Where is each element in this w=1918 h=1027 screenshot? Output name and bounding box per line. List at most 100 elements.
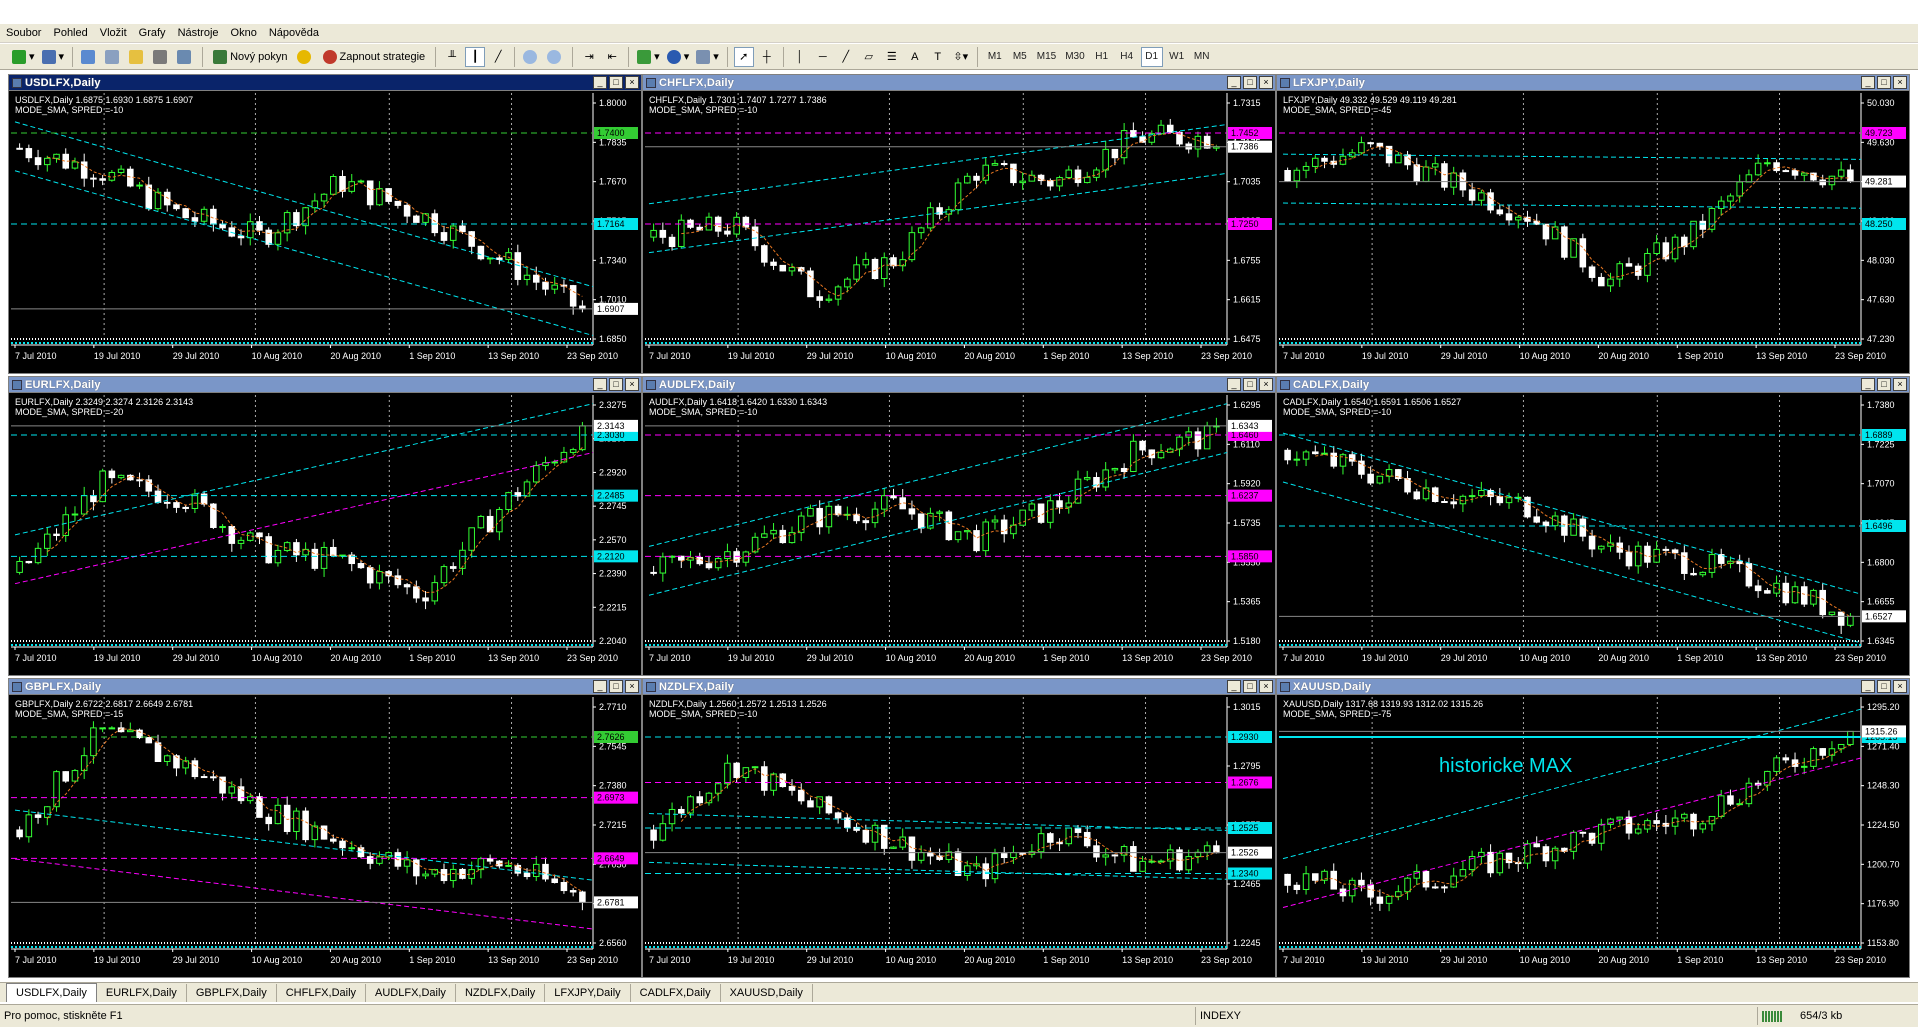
minimize-button[interactable]: _	[593, 378, 607, 391]
autotrading-button[interactable]: Zapnout strategie	[319, 47, 430, 67]
close-button[interactable]: ×	[1259, 378, 1273, 391]
timeframe-mn[interactable]: MN	[1191, 47, 1213, 67]
channel-button[interactable]: ▱	[859, 47, 879, 67]
crosshair-button[interactable]: ┼	[757, 47, 777, 67]
minimize-button[interactable]: _	[593, 680, 607, 693]
bar-chart-button[interactable]: ╨	[442, 47, 462, 67]
strategy-tester-button[interactable]	[175, 47, 196, 67]
maximize-button[interactable]: □	[1877, 76, 1891, 89]
close-button[interactable]: ×	[1893, 378, 1907, 391]
menu-nastroje[interactable]: Nástroje	[172, 27, 225, 39]
maximize-button[interactable]: □	[1877, 378, 1891, 391]
menu-soubor[interactable]: Soubor	[0, 27, 47, 39]
menu-pohled[interactable]: Pohled	[47, 27, 93, 39]
chart-window-titlebar[interactable]: XAUUSD,Daily _ □ ×	[1277, 679, 1909, 695]
close-button[interactable]: ×	[625, 378, 639, 391]
chart-window[interactable]: CHFLFX,Daily_□×1.73151.71751.70351.68951…	[642, 74, 1276, 374]
chart-tab[interactable]: AUDLFX,Daily	[366, 984, 456, 1002]
menu-napoveda[interactable]: Nápověda	[263, 27, 325, 39]
menu-vlozit[interactable]: Vložit	[94, 27, 133, 39]
chart-window-titlebar[interactable]: LFXJPY,Daily _ □ ×	[1277, 75, 1909, 91]
chart-window-titlebar[interactable]: CADLFX,Daily _ □ ×	[1277, 377, 1909, 393]
chart-annotation[interactable]: historicke MAX	[1439, 755, 1572, 777]
maximize-button[interactable]: □	[1243, 76, 1257, 89]
new-order-button[interactable]: Nový pokyn	[209, 47, 291, 67]
templates-button[interactable]: ▾	[694, 47, 721, 67]
price-chart[interactable]: 50.03049.63048.83048.43048.03047.63047.2…	[1277, 91, 1909, 373]
metaeditor-button[interactable]	[295, 47, 316, 67]
new-chart-button[interactable]: ▾	[10, 47, 37, 67]
close-button[interactable]: ×	[1259, 76, 1273, 89]
minimize-button[interactable]: _	[1227, 76, 1241, 89]
maximize-button[interactable]: □	[609, 378, 623, 391]
close-button[interactable]: ×	[1893, 680, 1907, 693]
chart-window-titlebar[interactable]: CHFLFX,Daily _ □ ×	[643, 75, 1275, 91]
timeframe-d1[interactable]: D1	[1140, 46, 1163, 67]
minimize-button[interactable]: _	[1861, 680, 1875, 693]
chart-window[interactable]: CADLFX,Daily_□×1.73801.72251.70701.69451…	[1276, 376, 1910, 676]
chart-window[interactable]: LFXJPY,Daily_□×50.03049.63048.83048.4304…	[1276, 74, 1910, 374]
arrows-button[interactable]: ⇳▾	[951, 47, 971, 67]
chart-window[interactable]: EURLFX,Daily_□×2.32752.31002.29202.27452…	[8, 376, 642, 676]
chart-tab[interactable]: USDLFX,Daily	[6, 983, 97, 1002]
trendline-button[interactable]: ╱	[836, 47, 856, 67]
chart-window-titlebar[interactable]: AUDLFX,Daily _ □ ×	[643, 377, 1275, 393]
maximize-button[interactable]: □	[609, 680, 623, 693]
fibonacci-button[interactable]: ☰	[882, 47, 902, 67]
chart-tab[interactable]: GBPLFX,Daily	[187, 984, 277, 1002]
minimize-button[interactable]: _	[1227, 680, 1241, 693]
chart-tab[interactable]: LFXJPY,Daily	[545, 984, 631, 1002]
chart-window-titlebar[interactable]: GBPLFX,Daily _ □ ×	[9, 679, 641, 695]
price-chart[interactable]: 1.62951.61101.59201.57351.55501.53651.51…	[643, 393, 1275, 675]
maximize-button[interactable]: □	[609, 76, 623, 89]
text-button[interactable]: A	[905, 47, 925, 67]
maximize-button[interactable]: □	[1243, 680, 1257, 693]
line-chart-button[interactable]: ╱	[488, 47, 508, 67]
text-label-button[interactable]: T	[928, 47, 948, 67]
price-chart[interactable]: 2.32752.31002.29202.27452.25702.23902.22…	[9, 393, 641, 675]
minimize-button[interactable]: _	[1861, 378, 1875, 391]
chart-window-titlebar[interactable]: NZDLFX,Daily _ □ ×	[643, 679, 1275, 695]
indicators-button[interactable]: ▾	[635, 47, 662, 67]
price-chart[interactable]: 2.77102.75452.73802.72152.70502.67202.65…	[9, 695, 641, 977]
close-button[interactable]: ×	[1259, 680, 1273, 693]
chart-window-titlebar[interactable]: EURLFX,Daily _ □ ×	[9, 377, 641, 393]
chart-window[interactable]: AUDLFX,Daily _ □ × 1.6295 1.6110 1.5920 1.5735 1…	[642, 376, 1276, 676]
price-chart[interactable]: 1.73801.72251.70701.69451.68001.66551.63…	[1277, 393, 1909, 675]
close-button[interactable]: ×	[625, 680, 639, 693]
horizontal-line-button[interactable]: ─	[813, 47, 833, 67]
maximize-button[interactable]: □	[1243, 378, 1257, 391]
price-chart[interactable]: 1295.201271.401248.301224.501200.701176.…	[1277, 695, 1909, 977]
chart-tab[interactable]: XAUUSD,Daily	[721, 984, 813, 1002]
profiles-button[interactable]: ▾	[40, 47, 67, 67]
timeframe-m1[interactable]: M1	[984, 47, 1006, 67]
zoom-in-button[interactable]	[521, 47, 542, 67]
close-button[interactable]: ×	[1893, 76, 1907, 89]
market-watch-button[interactable]	[79, 47, 100, 67]
minimize-button[interactable]: _	[1227, 378, 1241, 391]
terminal-button[interactable]	[151, 47, 172, 67]
candle-chart-button[interactable]: ┃	[465, 46, 486, 67]
chart-window[interactable]: GBPLFX,Daily _ □ × 2.7710 2.7545 2.7380 2.7215 2…	[8, 678, 642, 978]
navigator-button[interactable]	[103, 47, 124, 67]
cursor-button[interactable]: ➚	[733, 46, 754, 67]
auto-scroll-button[interactable]: ⇥	[579, 47, 599, 67]
vertical-line-button[interactable]: │	[790, 47, 810, 67]
chart-shift-button[interactable]: ⇤	[602, 47, 622, 67]
chart-tab[interactable]: EURLFX,Daily	[97, 984, 187, 1002]
zoom-out-button[interactable]	[545, 47, 566, 67]
status-profile[interactable]: INDEXY	[1200, 1010, 1241, 1022]
timeframe-h4[interactable]: H4	[1116, 47, 1138, 67]
price-chart[interactable]: 1.73151.71751.70351.68951.67551.66151.64…	[643, 91, 1275, 373]
chart-tab[interactable]: CADLFX,Daily	[631, 984, 721, 1002]
chart-window[interactable]: NZDLFX,Daily_□×1.30151.27951.25751.24651…	[642, 678, 1276, 978]
timeframe-m30[interactable]: M30	[1062, 47, 1087, 67]
menu-grafy[interactable]: Grafy	[133, 27, 172, 39]
maximize-button[interactable]: □	[1877, 680, 1891, 693]
periods-button[interactable]: ▾	[665, 47, 692, 67]
chart-window[interactable]: USDLFX,Daily _□× 1.80001.78351.76701.75051…	[8, 74, 642, 374]
timeframe-m15[interactable]: M15	[1034, 47, 1059, 67]
price-chart[interactable]: 1.80001.78351.76701.75051.73401.70101.68…	[9, 91, 641, 373]
chart-window-titlebar[interactable]: USDLFX,Daily _ □ ×	[9, 75, 641, 91]
chart-tab[interactable]: CHFLFX,Daily	[277, 984, 367, 1002]
